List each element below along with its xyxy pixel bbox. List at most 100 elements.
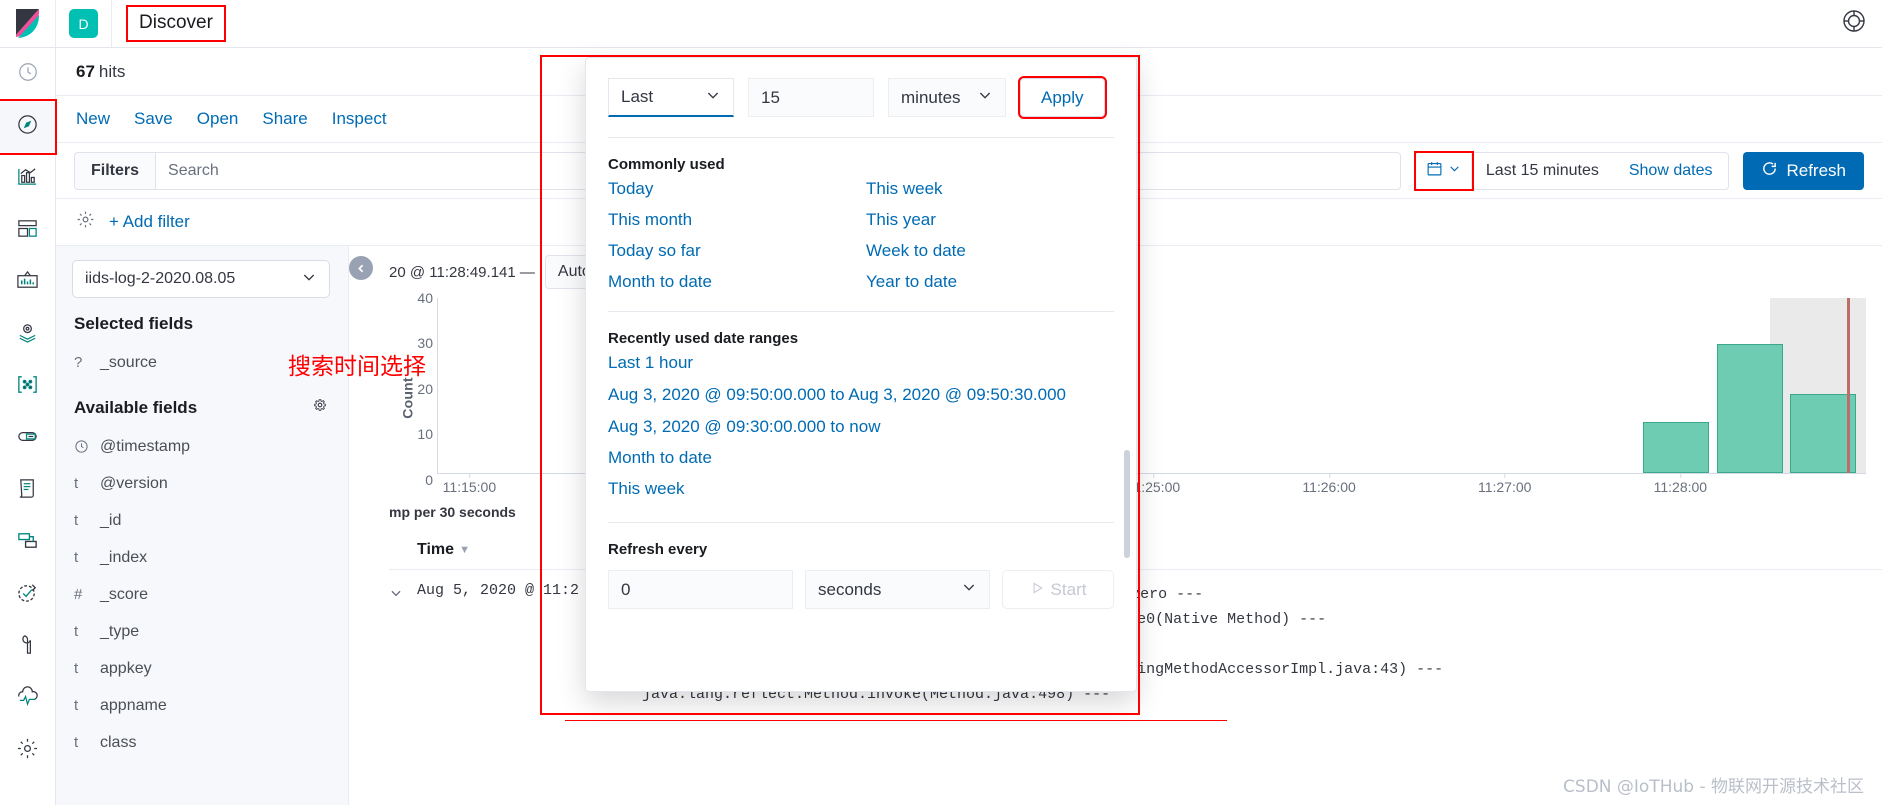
quick-range-today[interactable]: Today [608, 177, 856, 200]
range-amount-input[interactable] [748, 78, 874, 117]
range-mode-select[interactable]: Last [608, 78, 734, 117]
add-filter-button[interactable]: + Add filter [109, 212, 190, 232]
range-unit-value: minutes [901, 87, 961, 107]
sidebar-item-maps[interactable] [0, 309, 55, 361]
apply-button[interactable]: Apply [1018, 76, 1107, 119]
kibana-logo-icon[interactable] [0, 0, 56, 47]
list-item[interactable]: t _index [72, 539, 332, 576]
recent-range-item[interactable]: Aug 3, 2020 @ 09:30:00.000 to now [608, 415, 1114, 438]
field-sidebar: iids-log-2-2020.08.05 Selected fields ? … [56, 246, 349, 805]
field-name: _index [100, 548, 148, 566]
new-button[interactable]: New [76, 109, 110, 129]
recent-range-item[interactable]: Last 1 hour [608, 351, 1114, 374]
index-pattern-select[interactable]: iids-log-2-2020.08.05 [72, 260, 330, 298]
filters-button[interactable]: Filters [74, 151, 156, 190]
gear-icon[interactable] [312, 397, 328, 418]
refresh-icon [1761, 160, 1778, 182]
sidebar-item-canvas[interactable] [0, 257, 55, 309]
field-name: _source [100, 353, 157, 371]
nav-section-recent [0, 48, 55, 101]
field-type-icon: t [74, 734, 79, 751]
gear-icon[interactable] [76, 210, 95, 234]
field-type-icon: t [74, 660, 79, 677]
share-button[interactable]: Share [262, 109, 307, 129]
now-time-marker [1847, 298, 1851, 473]
list-item[interactable]: t class [72, 724, 332, 761]
range-unit-select[interactable]: minutes [888, 78, 1006, 117]
field-name: class [100, 733, 137, 751]
sort-descending-icon[interactable]: ▼ [459, 544, 470, 556]
y-tick: 40 [417, 290, 433, 306]
list-item[interactable]: @timestamp [72, 428, 332, 465]
sidebar-item-monitoring[interactable] [0, 673, 55, 725]
field-name: _id [100, 511, 122, 529]
hits-label: hits [98, 61, 126, 81]
x-tick: 11:28:00 [1654, 473, 1707, 495]
refresh-interval-input[interactable] [608, 570, 793, 609]
sidebar-item-visualize[interactable] [0, 153, 55, 205]
start-refresh-button[interactable]: Start [1002, 570, 1114, 609]
date-range-display[interactable]: Last 15 minutes [1472, 162, 1613, 180]
ml-nodes-icon [16, 373, 39, 401]
quick-range-month-to-date[interactable]: Month to date [608, 270, 856, 293]
quick-range-this-month[interactable]: This month [608, 208, 856, 231]
x-tick: 11:26:00 [1302, 473, 1356, 495]
field-type-icon: t [74, 549, 79, 566]
recent-range-item[interactable]: Month to date [608, 446, 1114, 469]
quick-range-this-week[interactable]: This week [866, 177, 1114, 200]
sidebar-item-infrastructure[interactable] [0, 413, 55, 465]
field-type-icon: t [74, 623, 79, 640]
save-button[interactable]: Save [134, 109, 173, 129]
sidebar-item-discover[interactable] [0, 99, 57, 155]
refresh-label: Refresh [1786, 160, 1846, 180]
sidebar-item-logs[interactable] [0, 465, 55, 517]
chevron-down-icon [301, 269, 317, 290]
show-dates-button[interactable]: Show dates [1613, 162, 1729, 180]
list-item[interactable]: # _score [72, 576, 332, 613]
sidebar-item-dashboard[interactable] [0, 205, 55, 257]
field-name: _type [100, 622, 140, 640]
list-item[interactable]: t _id [72, 502, 332, 539]
infrastructure-icon [16, 425, 39, 453]
open-button[interactable]: Open [197, 109, 239, 129]
refresh-unit-select[interactable]: seconds [805, 570, 990, 609]
collapse-sidebar-button[interactable] [349, 256, 373, 280]
list-item[interactable]: t @version [72, 465, 332, 502]
field-name: appname [100, 696, 167, 714]
refresh-unit-value: seconds [818, 579, 882, 599]
quick-range-today-so-far[interactable]: Today so far [608, 239, 856, 262]
refresh-button[interactable]: Refresh [1743, 151, 1864, 190]
recent-range-item[interactable]: This week [608, 477, 1114, 500]
recent-range-item[interactable]: Aug 3, 2020 @ 09:50:00.000 to Aug 3, 202… [608, 382, 1114, 407]
field-name: @timestamp [100, 437, 191, 455]
histogram-bar[interactable] [1790, 394, 1856, 473]
sidebar-item-apm[interactable] [0, 517, 55, 569]
sidebar-item-management[interactable] [0, 725, 55, 777]
sidebar-item-uptime[interactable] [0, 569, 55, 621]
gear-icon [16, 737, 39, 765]
quick-range-this-year[interactable]: This year [866, 208, 1114, 231]
column-header-time[interactable]: Time [417, 541, 454, 559]
sidebar-item-machine-learning[interactable] [0, 361, 55, 413]
quick-range-week-to-date[interactable]: Week to date [866, 239, 1114, 262]
list-item[interactable]: t _type [72, 613, 332, 650]
help-circle-icon[interactable] [1842, 9, 1866, 38]
relative-range-row: Last minutes Apply [586, 58, 1136, 119]
quick-range-year-to-date[interactable]: Year to date [866, 270, 1114, 293]
start-label: Start [1050, 579, 1087, 599]
map-pin-icon [16, 321, 39, 349]
popover-scrollbar[interactable] [1124, 450, 1130, 558]
list-item[interactable]: t appkey [72, 650, 332, 687]
canvas-icon [16, 269, 39, 297]
chart-range-text: 20 @ 11:28:49.141 — [389, 263, 535, 281]
field-type-icon [74, 439, 100, 454]
field-type-icon: t [74, 697, 79, 714]
date-quick-select-button[interactable] [1413, 150, 1474, 191]
sidebar-item-recently-viewed[interactable] [0, 48, 55, 100]
sidebar-item-dev-tools[interactable] [0, 621, 55, 673]
histogram-bar[interactable] [1717, 344, 1784, 473]
list-item[interactable]: t appname [72, 687, 332, 724]
expand-row-icon[interactable] [389, 582, 417, 707]
inspect-button[interactable]: Inspect [332, 109, 387, 129]
histogram-bar[interactable] [1643, 422, 1709, 473]
